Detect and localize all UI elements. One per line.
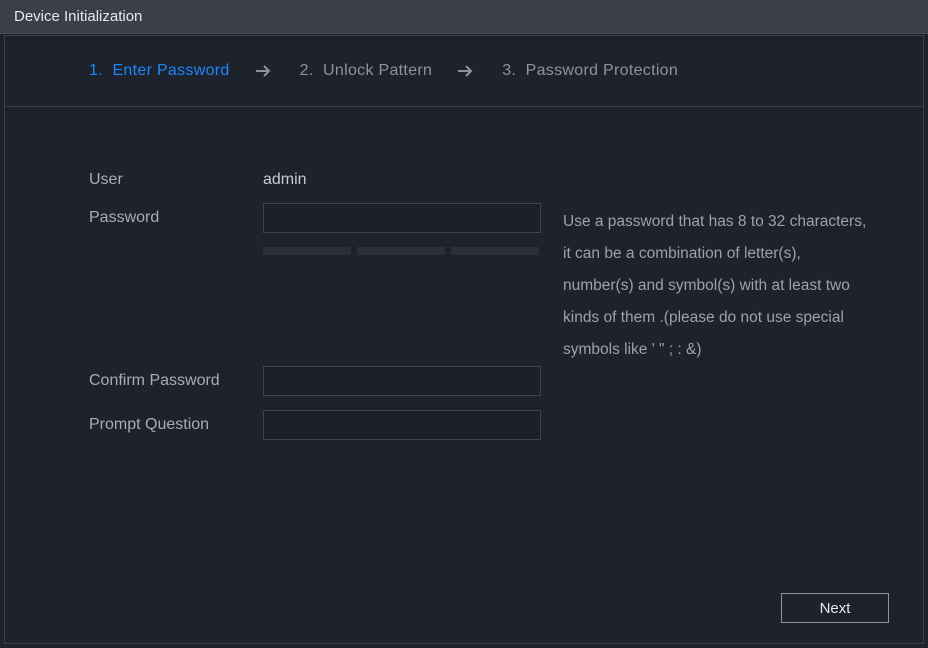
password-strength-meter [263,247,541,255]
step-index: 2. [300,62,314,79]
row-user: User admin [89,165,883,189]
confirm-password-label: Confirm Password [89,366,263,390]
row-prompt-question: Prompt Question [89,410,883,440]
prompt-question-label: Prompt Question [89,410,263,434]
step-label: Enter Password [112,62,229,79]
prompt-question-field-wrap [263,410,541,440]
dialog-content: 1. Enter Password 2. Unlock Pattern 3. P… [4,35,924,644]
window-title: Device Initialization [14,8,142,25]
step-password-protection: 3. Password Protection [502,62,678,80]
row-password: Password Use a password that has 8 to 32… [89,203,883,366]
strength-seg-strong [451,247,539,255]
titlebar: Device Initialization [0,0,928,34]
form: User admin Password Use a password that … [5,107,923,440]
next-button[interactable]: Next [781,593,889,623]
password-input[interactable] [263,203,541,233]
step-label: Password Protection [526,62,678,79]
step-index: 1. [89,62,103,79]
step-header: 1. Enter Password 2. Unlock Pattern 3. P… [5,36,923,107]
dialog-window: Device Initialization 1. Enter Password … [0,0,928,648]
arrow-icon [230,65,300,77]
confirm-password-input[interactable] [263,366,541,396]
user-value: admin [263,165,307,189]
strength-seg-medium [357,247,445,255]
step-index: 3. [502,62,516,79]
step-enter-password: 1. Enter Password [89,62,230,80]
user-label: User [89,165,263,189]
arrow-icon [432,65,502,77]
password-label: Password [89,203,263,227]
row-confirm-password: Confirm Password [89,366,883,396]
footer: Next [781,593,889,623]
step-unlock-pattern: 2. Unlock Pattern [300,62,433,80]
password-hint: Use a password that has 8 to 32 characte… [563,203,873,366]
password-field-wrap [263,203,541,269]
step-label: Unlock Pattern [323,62,432,79]
prompt-question-input[interactable] [263,410,541,440]
confirm-password-field-wrap [263,366,541,396]
strength-seg-weak [263,247,351,255]
